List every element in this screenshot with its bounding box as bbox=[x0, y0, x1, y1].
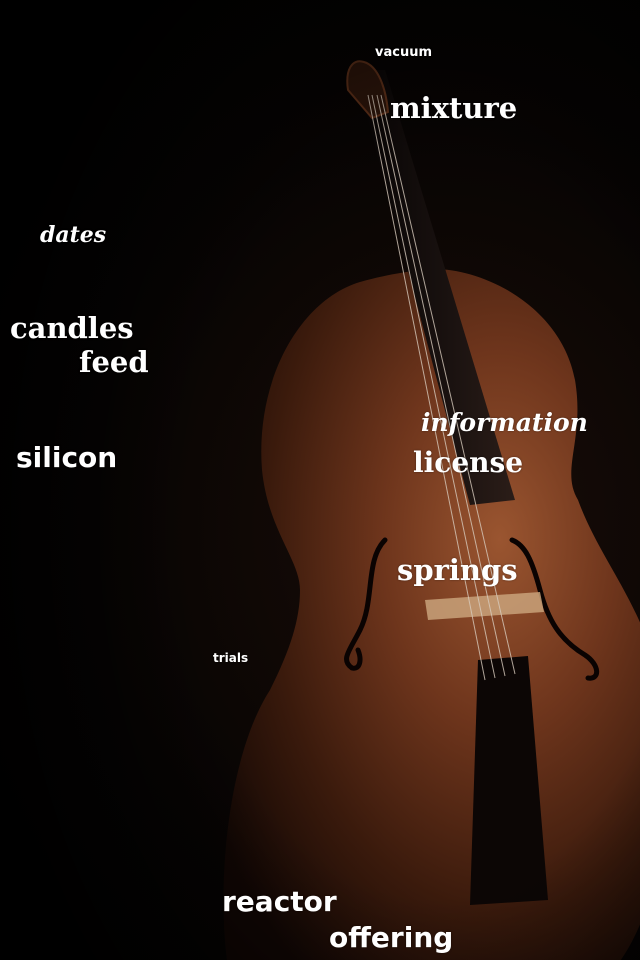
word-vacuum: vacuum bbox=[375, 45, 433, 60]
word-dates: dates bbox=[40, 222, 107, 248]
cello-icon bbox=[0, 0, 640, 960]
word-trials: trials bbox=[213, 651, 249, 665]
word-candles: candles bbox=[10, 311, 134, 345]
word-license: license bbox=[413, 446, 524, 479]
word-reactor: reactor bbox=[222, 885, 337, 918]
word-information: information bbox=[421, 408, 588, 437]
word-offering: offering bbox=[329, 921, 454, 954]
word-feed: feed bbox=[79, 345, 149, 379]
word-mixture: mixture bbox=[390, 91, 518, 125]
word-springs: springs bbox=[397, 553, 518, 587]
word-silicon: silicon bbox=[16, 441, 118, 474]
photo-canvas: vacuum mixture dates candles feed inform… bbox=[0, 0, 640, 960]
